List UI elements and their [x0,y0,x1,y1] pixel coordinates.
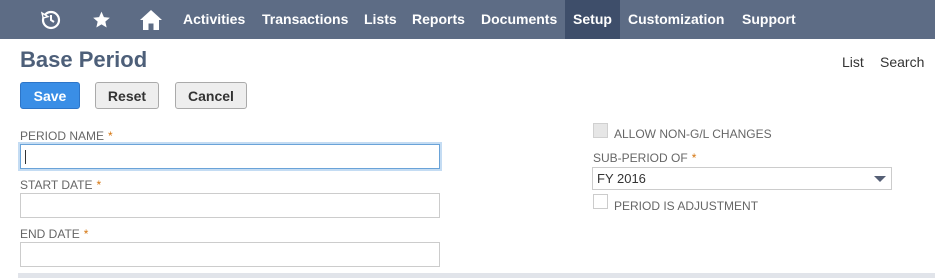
nav-documents[interactable]: Documents [473,0,565,39]
reset-button[interactable]: Reset [95,82,159,109]
period-is-adjustment-label: PERIOD IS ADJUSTMENT [614,199,759,213]
search-link[interactable]: Search [880,54,924,70]
home-icon[interactable] [138,0,164,39]
nav-lists[interactable]: Lists [356,0,405,39]
start-date-input[interactable] [20,193,440,218]
required-marker: * [691,151,697,165]
period-name-label: PERIOD NAME * [20,129,113,143]
nav-support[interactable]: Support [734,0,804,39]
top-navigation-bar: Activities Transactions Lists Reports Do… [0,0,935,39]
star-icon[interactable] [89,0,113,39]
text-cursor [25,150,26,164]
nav-activities[interactable]: Activities [175,0,253,39]
section-divider [18,273,935,278]
page-title: Base Period [20,47,148,72]
sub-period-of-select[interactable]: FY 2016 [592,167,892,190]
allow-non-gl-changes-label: ALLOW NON-G/L CHANGES [614,127,772,141]
nav-customization[interactable]: Customization [620,0,732,39]
list-link[interactable]: List [842,54,864,70]
allow-non-gl-changes-checkbox[interactable] [593,123,608,138]
save-button[interactable]: Save [20,82,80,109]
sub-period-of-value: FY 2016 [597,171,646,186]
period-is-adjustment-checkbox[interactable] [593,194,608,209]
recent-history-icon[interactable] [38,0,64,39]
start-date-label-text: START DATE [20,178,93,192]
period-name-label-text: PERIOD NAME [20,129,105,143]
end-date-label: END DATE * [20,227,88,241]
sub-period-of-label: SUB-PERIOD OF * [593,151,696,165]
sub-period-of-label-text: SUB-PERIOD OF [593,151,688,165]
end-date-input[interactable] [20,242,440,267]
required-marker: * [96,178,102,192]
cancel-button[interactable]: Cancel [175,82,247,109]
end-date-label-text: END DATE [20,227,80,241]
chevron-down-icon[interactable] [874,176,886,182]
required-marker: * [83,227,89,241]
start-date-label: START DATE * [20,178,101,192]
period-name-input[interactable] [20,144,440,169]
nav-transactions[interactable]: Transactions [254,0,356,39]
required-marker: * [108,129,113,143]
nav-setup[interactable]: Setup [565,0,620,39]
nav-reports[interactable]: Reports [404,0,473,39]
